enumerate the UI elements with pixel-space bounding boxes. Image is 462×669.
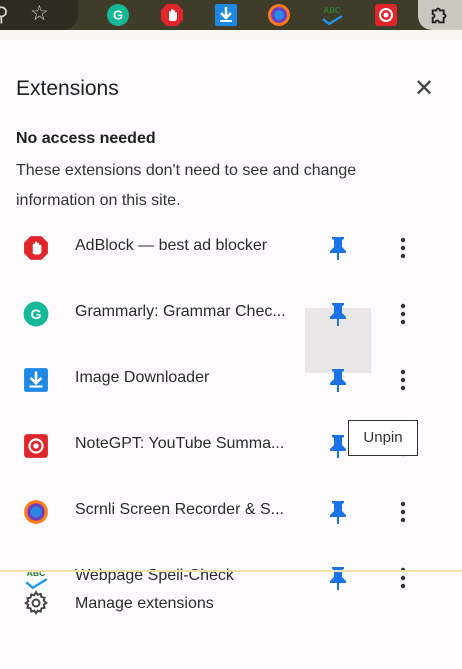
section-description: These extensions don't need to see and c… xyxy=(16,162,357,209)
more-options-icon[interactable] xyxy=(390,367,416,393)
extension-row-image-downloader[interactable]: Image Downloader xyxy=(0,347,462,413)
spell-check-icon[interactable]: ABC xyxy=(320,3,344,27)
notegpt-icon[interactable] xyxy=(374,3,398,27)
extension-row-scrnli[interactable]: Scrnli Screen Recorder & S... xyxy=(0,479,462,545)
manage-extensions-label: Manage extensions xyxy=(75,595,214,612)
pin-icon[interactable] xyxy=(326,235,350,261)
extension-row-grammarly[interactable]: G Grammarly: Grammar Chec... xyxy=(0,281,462,347)
extension-label: NoteGPT: YouTube Summa... xyxy=(75,435,285,452)
more-options-icon[interactable] xyxy=(390,235,416,261)
star-icon[interactable]: ☆ xyxy=(30,2,54,26)
image-downloader-icon[interactable] xyxy=(214,3,238,27)
scrnli-icon[interactable] xyxy=(267,3,291,27)
adblock-icon xyxy=(24,236,48,260)
pin-icon[interactable] xyxy=(326,367,350,393)
svg-text:ABC: ABC xyxy=(323,6,341,15)
svg-text:G: G xyxy=(113,8,123,23)
popup-title: Extensions xyxy=(16,77,119,100)
extension-label: AdBlock — best ad blocker xyxy=(75,237,268,254)
close-icon[interactable]: ✕ xyxy=(410,75,438,103)
unpin-tooltip: Unpin xyxy=(348,420,418,456)
pin-icon[interactable] xyxy=(326,499,350,525)
svg-text:G: G xyxy=(31,306,42,322)
search-icon[interactable]: ⚲ xyxy=(0,2,18,26)
grammarly-icon: G xyxy=(23,301,49,327)
section-heading: No access needed xyxy=(16,130,156,147)
pin-icon[interactable] xyxy=(326,301,350,327)
extension-row-adblock[interactable]: AdBlock — best ad blocker xyxy=(0,215,462,281)
gear-icon xyxy=(23,590,48,616)
image-downloader-icon xyxy=(24,368,48,392)
extensions-puzzle-icon xyxy=(431,7,447,24)
more-options-icon[interactable] xyxy=(390,301,416,327)
extensions-button[interactable] xyxy=(418,0,462,30)
extension-label: Scrnli Screen Recorder & S... xyxy=(75,501,284,518)
grammarly-icon[interactable]: G xyxy=(106,3,130,27)
more-options-icon[interactable] xyxy=(390,499,416,525)
browser-toolbar: ⚲ ☆ G ABC xyxy=(0,0,462,30)
scrnli-icon xyxy=(24,500,48,524)
manage-extensions-button[interactable]: Manage extensions xyxy=(0,586,462,622)
pin-icon[interactable] xyxy=(326,433,350,459)
extension-label: Grammarly: Grammar Chec... xyxy=(75,303,286,320)
extension-label: Image Downloader xyxy=(75,369,210,386)
notegpt-icon xyxy=(24,434,48,458)
footer-divider xyxy=(0,570,462,572)
adblock-icon[interactable] xyxy=(160,3,184,27)
